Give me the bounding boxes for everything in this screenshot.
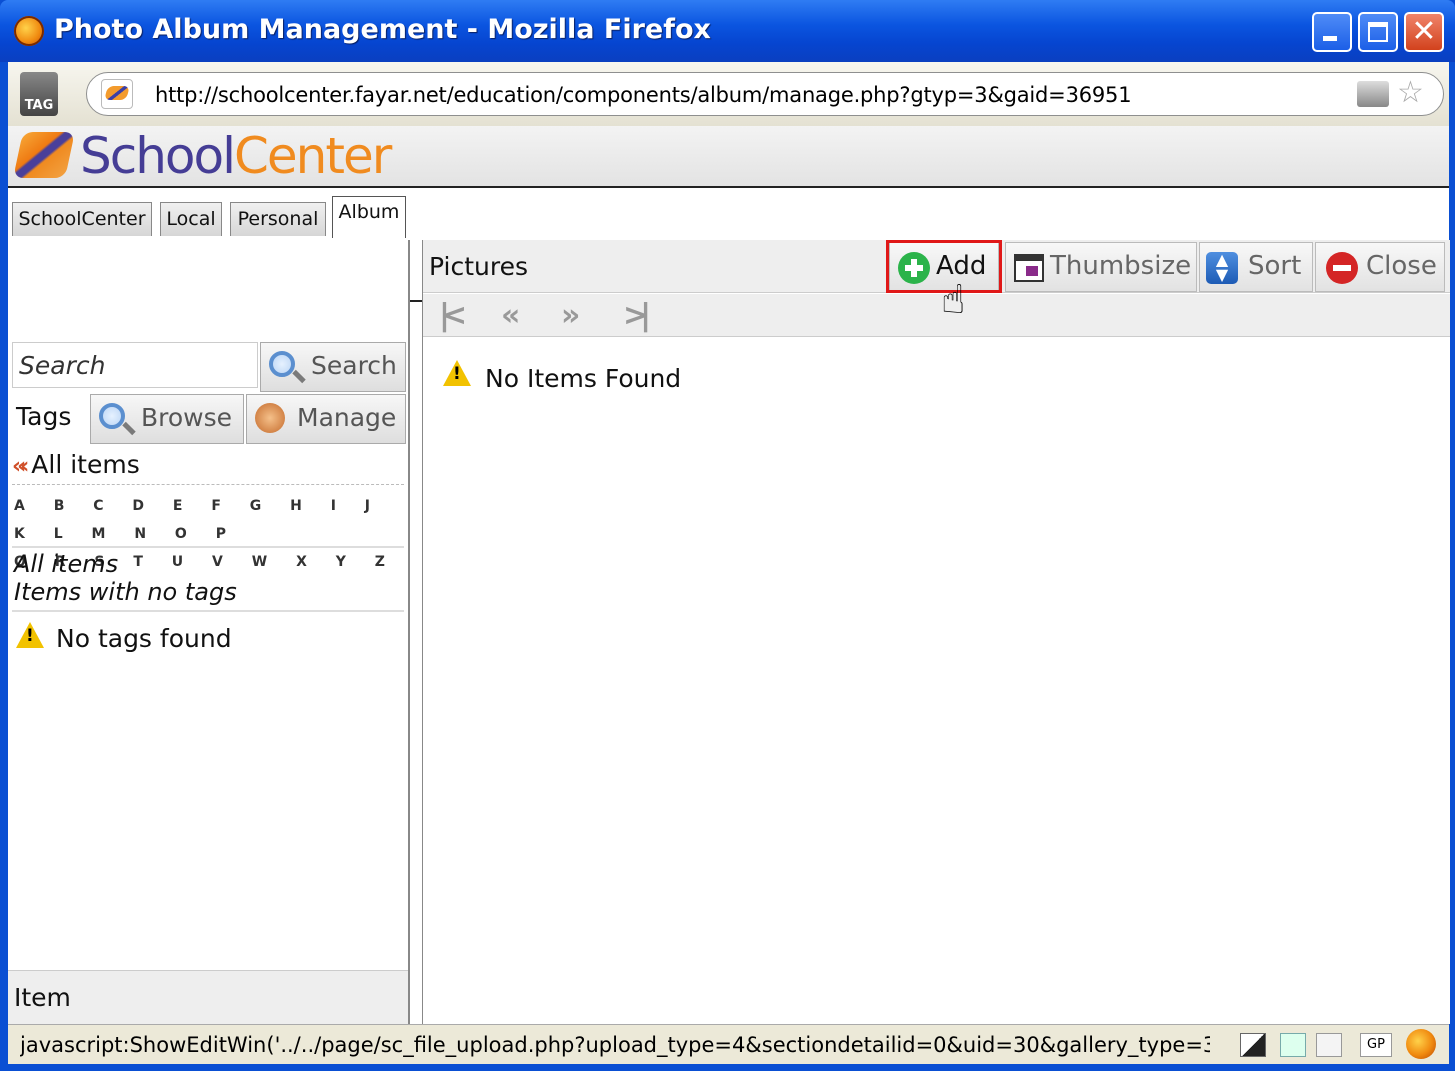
search-button-label: Search: [311, 351, 397, 380]
site-favicon[interactable]: [101, 79, 133, 109]
tab-bar: SchoolCenter Local Personal Album: [8, 188, 1449, 302]
hand-cursor-icon: ☝: [941, 277, 966, 323]
firefox-icon: [14, 16, 44, 46]
address-bar[interactable]: http://schoolcenter.fayar.net/education/…: [86, 72, 1444, 116]
logo-text-school: School: [80, 127, 236, 185]
firefox-status-icon[interactable]: [1406, 1029, 1436, 1059]
item-footer-label: Item: [14, 983, 71, 1012]
sort-icon: ▲ ▼: [1206, 252, 1238, 284]
thumbsize-button-label: Thumbsize: [1050, 251, 1192, 281]
status-network-icon[interactable]: [1280, 1033, 1306, 1057]
tags-panel-top: [8, 240, 408, 340]
browse-button-label: Browse: [141, 403, 233, 432]
divider: [12, 546, 404, 548]
tab-album[interactable]: Album: [332, 196, 406, 238]
feed-icon[interactable]: [1357, 81, 1389, 107]
next-page-icon[interactable]: »: [561, 298, 581, 333]
schoolcenter-logo: SchoolCenter: [80, 127, 392, 185]
browse-button[interactable]: Browse: [90, 394, 244, 444]
thumbsize-button[interactable]: Thumbsize: [1005, 242, 1197, 292]
close-window-button[interactable]: ✕: [1404, 12, 1444, 52]
filter-all-items[interactable]: All items: [14, 550, 118, 578]
all-items-link[interactable]: «‹ All items: [12, 450, 140, 479]
tab-schoolcenter[interactable]: SchoolCenter: [12, 202, 152, 236]
sort-button[interactable]: ▲ ▼ Sort: [1199, 242, 1313, 292]
page-content: SchoolCenter SchoolCenter Local Personal…: [8, 126, 1450, 1025]
pictures-label: Pictures: [429, 252, 528, 281]
status-text: javascript:ShowEditWin('../../page/sc_fi…: [20, 1033, 1210, 1057]
mail-icon[interactable]: [1316, 1033, 1342, 1057]
close-button[interactable]: Close: [1315, 242, 1445, 292]
tags-label: Tags: [16, 402, 72, 431]
maximize-button[interactable]: [1358, 12, 1398, 52]
title-bar: Photo Album Management - Mozilla Firefox…: [0, 0, 1455, 62]
logo-text-center: Center: [234, 127, 392, 185]
browse-icon: [99, 403, 125, 429]
bookmark-star-icon[interactable]: ☆: [1397, 77, 1424, 109]
thumbsize-icon: [1014, 254, 1044, 282]
first-page-icon[interactable]: |<: [439, 298, 467, 333]
pager: |< « » >|: [423, 294, 1450, 337]
pictures-toolbar: Pictures Add Thumbsize ▲ ▼ Sort Close: [423, 240, 1450, 293]
divider: [12, 610, 404, 612]
dotted-divider: [12, 484, 404, 485]
double-chevron-left-icon: «‹: [12, 454, 29, 479]
search-row: Search Search: [12, 342, 406, 392]
window-title: Photo Album Management - Mozilla Firefox: [54, 14, 711, 45]
close-button-label: Close: [1366, 251, 1437, 281]
last-page-icon[interactable]: >|: [623, 298, 651, 333]
tab-local[interactable]: Local: [160, 202, 222, 236]
no-items-message: No Items Found: [485, 364, 682, 393]
filter-items-no-tags[interactable]: Items with no tags: [14, 578, 237, 606]
tab-personal[interactable]: Personal: [230, 202, 326, 236]
url-text[interactable]: http://schoolcenter.fayar.net/education/…: [155, 83, 1132, 107]
tags-panel: Search Search Tags Browse Manage «‹ All …: [8, 240, 410, 1025]
browser-client: TAG http://schoolcenter.fayar.net/educat…: [8, 62, 1450, 1064]
status-bar: javascript:ShowEditWin('../../page/sc_fi…: [8, 1024, 1449, 1064]
manage-button-label: Manage: [297, 403, 397, 432]
schoolcenter-logo-icon: [13, 132, 75, 178]
sort-button-label: Sort: [1248, 251, 1302, 281]
maximize-icon: [1368, 22, 1388, 42]
previous-page-icon[interactable]: «: [501, 298, 521, 333]
pictures-panel: Pictures Add Thumbsize ▲ ▼ Sort Close |<…: [422, 240, 1450, 1024]
minimize-button[interactable]: [1312, 12, 1352, 52]
no-tags-message: No tags found: [56, 624, 232, 653]
browser-window: Photo Album Management - Mozilla Firefox…: [0, 0, 1455, 1071]
tags-toolbar: Tags Browse Manage: [12, 394, 406, 444]
minimize-icon: [1323, 36, 1337, 41]
search-input[interactable]: Search: [12, 342, 258, 388]
search-button[interactable]: Search: [260, 342, 406, 392]
close-circle-icon: [1326, 252, 1358, 284]
navigation-toolbar: TAG http://schoolcenter.fayar.net/educat…: [8, 62, 1449, 126]
manage-button[interactable]: Manage: [246, 394, 406, 444]
status-addon-icon[interactable]: [1240, 1033, 1266, 1057]
warning-icon: [443, 360, 471, 386]
search-icon: [269, 351, 295, 377]
all-items-label: All items: [31, 450, 140, 479]
item-footer: Item: [8, 970, 408, 1025]
site-header: SchoolCenter: [8, 126, 1449, 188]
warning-icon: [16, 622, 44, 648]
close-icon: ✕: [1411, 14, 1437, 49]
manage-users-icon: [255, 403, 285, 433]
tag-icon[interactable]: TAG: [20, 72, 58, 116]
gp-icon[interactable]: GP: [1360, 1033, 1392, 1057]
alphabet-row-1[interactable]: A B C D E F G H I J K L M N O P: [14, 492, 406, 548]
